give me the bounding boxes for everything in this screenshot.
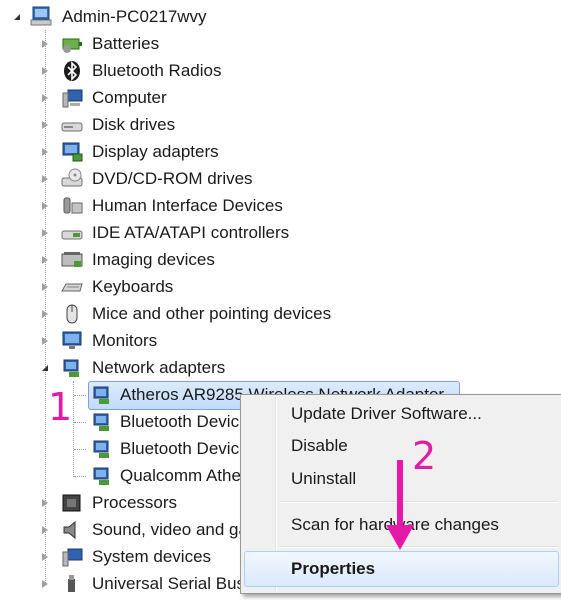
tree-guide — [74, 422, 86, 423]
expand-arrow-icon[interactable] — [40, 498, 50, 508]
tree-item-label: Monitors — [92, 331, 158, 350]
display-adapter-icon — [60, 141, 83, 163]
tree-item-label: Mice and other pointing devices — [92, 304, 332, 323]
usb-icon — [60, 573, 82, 595]
expand-arrow-icon[interactable] — [40, 201, 50, 211]
battery-icon — [60, 33, 82, 55]
tree-root-label[interactable]: Admin-PC0217wvy — [62, 3, 207, 30]
monitor-icon — [60, 330, 82, 352]
tree-item-label: Imaging devices — [92, 250, 215, 269]
expand-arrow-icon[interactable] — [40, 579, 50, 589]
tree-item-label: Human Interface Devices — [92, 196, 283, 215]
annotation-arrow-icon — [386, 460, 414, 550]
tree-item-label: IDE ATA/ATAPI controllers — [92, 223, 290, 242]
tree-guide — [74, 476, 86, 477]
expand-arrow-icon[interactable] — [40, 552, 50, 562]
expand-arrow-icon[interactable] — [40, 363, 50, 373]
expand-arrow-icon[interactable] — [40, 309, 50, 319]
network-adapter-icon — [90, 438, 112, 460]
expand-arrow-icon[interactable] — [40, 174, 50, 184]
tree-item-label: Keyboards — [92, 277, 174, 296]
tree-item-label: Disk drives — [92, 115, 176, 134]
network-adapter-icon — [60, 357, 82, 379]
tree-item-label: Display adapters — [92, 142, 219, 161]
expand-arrow-icon[interactable] — [40, 66, 50, 76]
computer-icon — [60, 87, 83, 109]
tree-guide — [74, 449, 86, 450]
expand-arrow-icon[interactable] — [40, 93, 50, 103]
menu-item-disable[interactable]: Disable — [291, 434, 348, 458]
sound-icon — [60, 519, 82, 541]
expand-arrow-icon[interactable] — [40, 525, 50, 535]
keyboard-icon — [60, 276, 83, 298]
expand-arrow-icon[interactable] — [40, 147, 50, 157]
ide-controller-icon — [60, 222, 83, 244]
dvd-drive-icon — [60, 168, 83, 190]
menu-item-properties[interactable]: Properties — [291, 557, 375, 581]
expand-arrow-icon[interactable] — [40, 120, 50, 130]
hid-icon — [60, 195, 83, 217]
computer-root-icon — [30, 5, 52, 27]
expand-arrow-icon[interactable] — [40, 336, 50, 346]
bluetooth-icon — [62, 60, 84, 82]
processor-icon — [60, 492, 82, 514]
tree-item-label: Batteries — [92, 34, 160, 53]
network-adapter-icon — [90, 384, 112, 406]
tree-guide — [74, 395, 86, 396]
imaging-device-icon — [60, 249, 83, 271]
expand-arrow-icon[interactable] — [40, 255, 50, 265]
expand-arrow-icon[interactable] — [40, 282, 50, 292]
expand-arrow-icon[interactable] — [40, 39, 50, 49]
tree-item-label: Processors — [92, 493, 178, 512]
tree-item-label: System devices — [92, 547, 212, 566]
system-device-icon — [60, 546, 83, 568]
expand-arrow-icon[interactable] — [40, 228, 50, 238]
disk-drive-icon — [60, 114, 83, 136]
expand-arrow-icon[interactable] — [12, 12, 22, 22]
tree-item-label: Network adapters — [92, 358, 226, 377]
mouse-icon — [60, 303, 82, 325]
tree-item-label: Computer — [92, 88, 167, 107]
tree-item-label: DVD/CD-ROM drives — [92, 169, 253, 188]
network-adapter-icon — [90, 411, 112, 433]
annotation-step-1: 1 — [48, 385, 73, 429]
tree-item-label: Bluetooth Radios — [92, 61, 222, 80]
menu-item-update-driver[interactable]: Update Driver Software... — [291, 402, 482, 426]
network-adapter-icon — [90, 465, 112, 487]
menu-item-uninstall[interactable]: Uninstall — [291, 467, 356, 491]
